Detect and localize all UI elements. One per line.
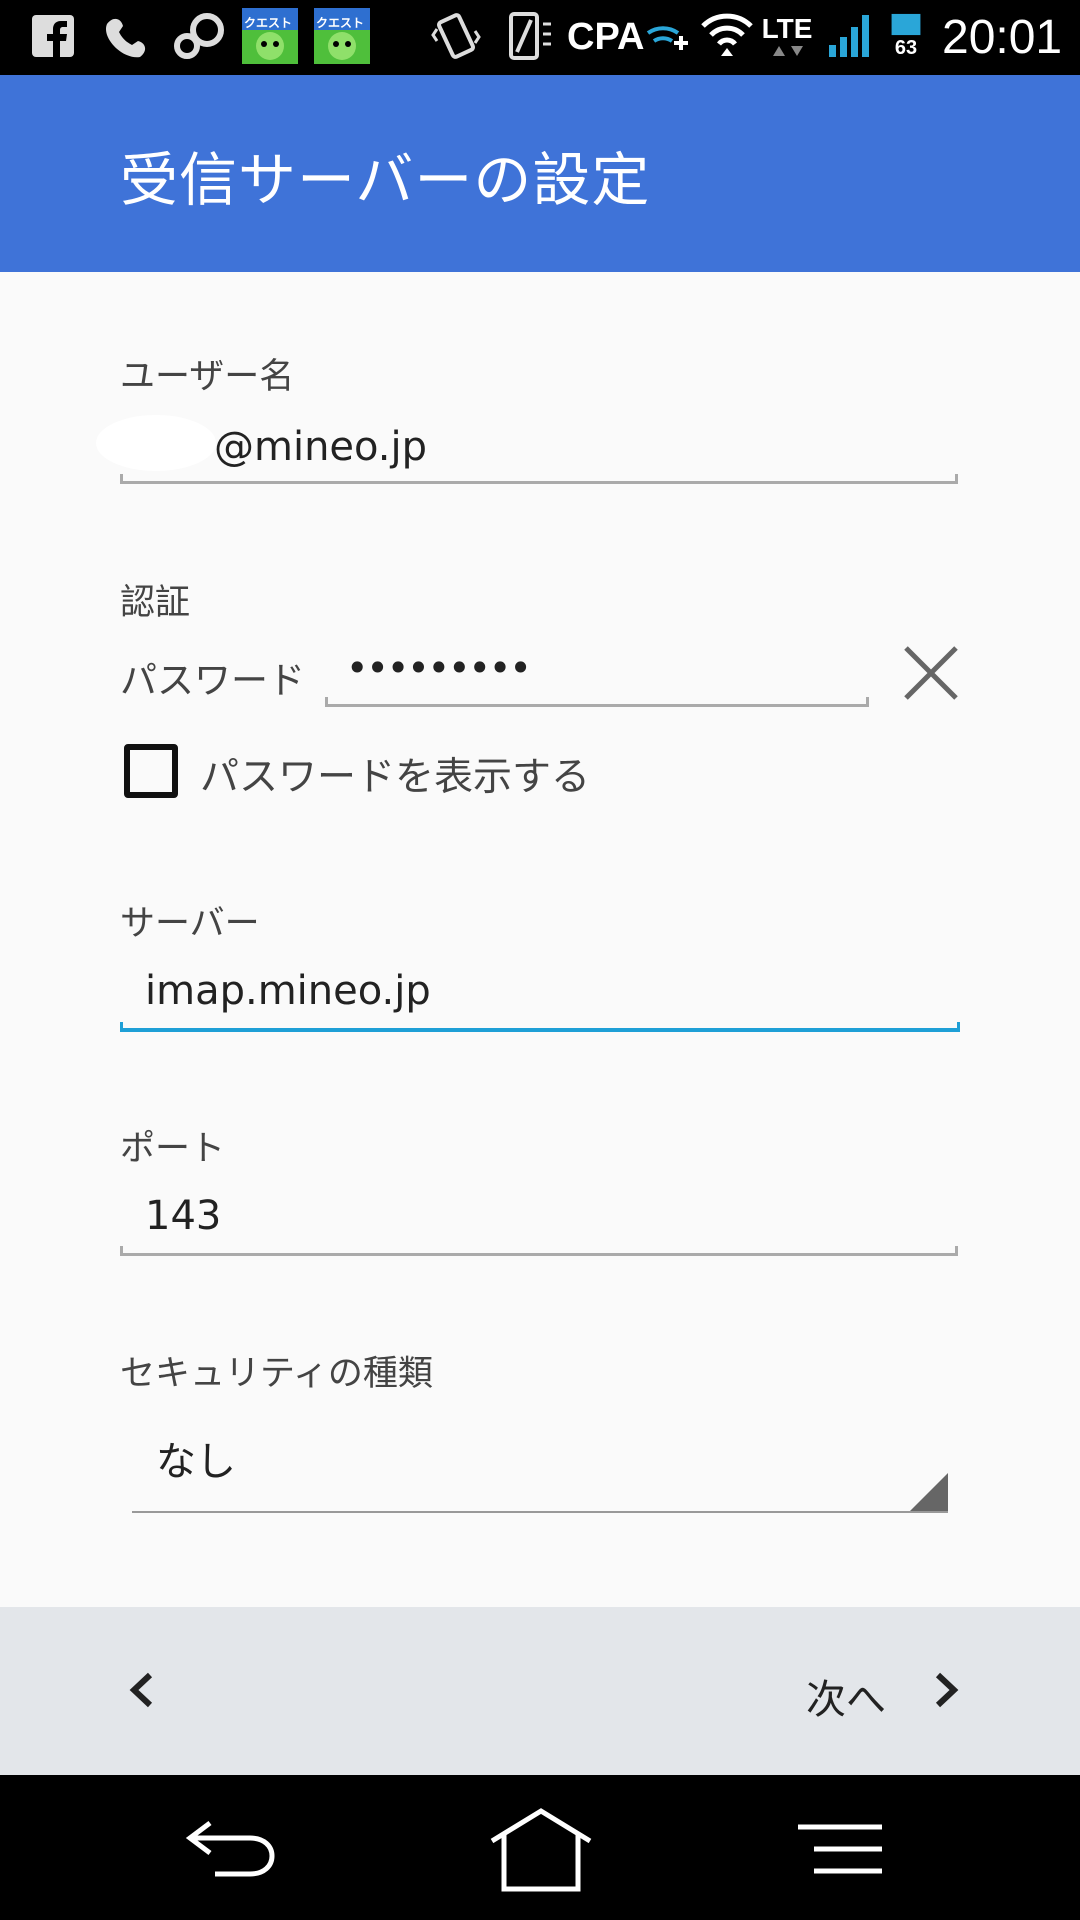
home-icon (490, 1808, 592, 1892)
close-icon (904, 646, 958, 700)
app-bar: 受信サーバーの設定 (0, 75, 1080, 272)
select-underline (132, 1511, 948, 1513)
server-field[interactable]: imap.mineo.jp (145, 968, 431, 1014)
clear-password-button[interactable] (898, 640, 964, 706)
back-nav-button[interactable] (180, 1805, 290, 1895)
password-underline (325, 697, 869, 707)
wizard-bar: 次へ (0, 1607, 1080, 1775)
username-underline (120, 474, 958, 484)
menu-icon (798, 1824, 882, 1874)
vibrate-icon (430, 12, 482, 60)
battery-icon: 63 (886, 12, 926, 60)
chat-icon (172, 12, 228, 60)
screen-icon (506, 12, 556, 60)
auth-label: 認証 (120, 583, 191, 623)
home-nav-button[interactable] (486, 1805, 596, 1895)
security-type-label: セキュリティの種類 (120, 1354, 433, 1394)
server-label: サーバー (120, 904, 260, 944)
username-field[interactable]: @mineo.jp (214, 424, 427, 470)
wifi-plus-icon (644, 12, 690, 60)
back-button[interactable] (108, 1655, 178, 1725)
port-underline (120, 1246, 958, 1256)
battery-level: 63 (894, 37, 918, 59)
show-password-label[interactable]: パスワードを表示する (200, 746, 590, 802)
username-label: ユーザー名 (120, 357, 295, 397)
back-arrow-icon (185, 1821, 275, 1877)
show-password-checkbox[interactable] (124, 744, 178, 798)
quest-app-icon: クエスト (314, 8, 370, 64)
chevron-left-icon (129, 1672, 153, 1708)
server-underline (120, 1022, 960, 1032)
page-title: 受信サーバーの設定 (120, 146, 651, 214)
phone-icon (100, 12, 150, 60)
port-field[interactable]: 143 (145, 1193, 221, 1239)
port-label: ポート (120, 1129, 226, 1169)
signal-icon (826, 12, 874, 60)
security-type-value: なし (156, 1439, 236, 1485)
password-field[interactable]: ••••••••• (346, 646, 532, 690)
menu-nav-button[interactable] (796, 1805, 886, 1895)
clock: 20:01 (942, 11, 1063, 64)
next-button-label: 次へ (806, 1677, 886, 1723)
lte-label: LTE (761, 13, 813, 44)
lte-icon: LTE (760, 12, 814, 60)
quest-app-icon: クエスト (242, 8, 298, 64)
facebook-icon (30, 12, 76, 60)
quest-label: クエスト (316, 16, 365, 30)
wifi-icon (698, 12, 756, 60)
next-button[interactable]: 次へ (800, 1647, 970, 1733)
chevron-right-icon (935, 1672, 959, 1708)
quest-label: クエスト (244, 16, 293, 30)
system-nav-bar (0, 1775, 1080, 1920)
redaction-mark (96, 415, 216, 471)
status-bar: クエスト クエスト CPA LTE 63 20:01 (0, 0, 1080, 75)
dropdown-triangle-icon (910, 1473, 948, 1511)
network-label: CPA (567, 16, 645, 58)
security-type-select[interactable]: なし (132, 1415, 948, 1515)
password-label: パスワード (120, 659, 305, 702)
